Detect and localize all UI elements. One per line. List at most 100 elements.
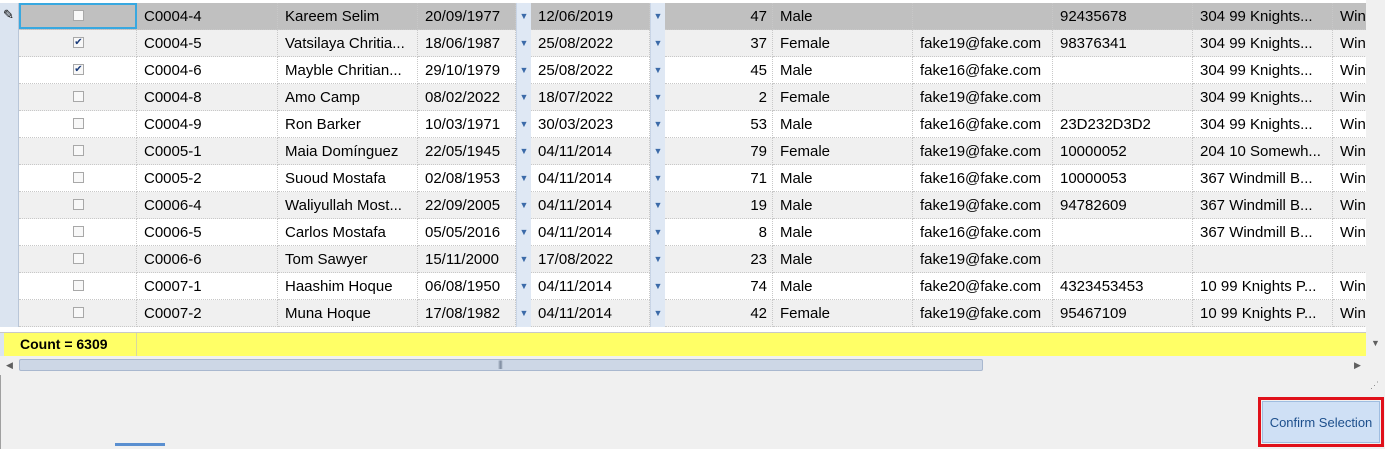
- cell-address[interactable]: 10 99 Knights P...: [1193, 300, 1333, 327]
- cell-gender[interactable]: Female: [773, 138, 913, 165]
- chevron-down-icon[interactable]: ▼: [516, 273, 531, 300]
- chevron-down-icon[interactable]: ▼: [516, 138, 531, 165]
- checkbox-unchecked[interactable]: [73, 307, 84, 318]
- cell-phone[interactable]: 94782609: [1053, 192, 1193, 219]
- cell-date-of-birth[interactable]: 18/06/1987: [418, 30, 516, 57]
- cell-registration-date[interactable]: 18/07/2022: [531, 84, 650, 111]
- chevron-down-icon[interactable]: ▼: [650, 111, 665, 138]
- cell-registration-date[interactable]: 04/11/2014: [531, 273, 650, 300]
- cell-name[interactable]: Mayble Chritian...: [278, 57, 418, 84]
- cell-select[interactable]: ✔: [19, 57, 137, 84]
- checkbox-unchecked[interactable]: [73, 10, 84, 21]
- cell-address[interactable]: 304 99 Knights...: [1193, 84, 1333, 111]
- cell-registration-date[interactable]: 30/03/2023: [531, 111, 650, 138]
- cell-age[interactable]: 71: [665, 165, 773, 192]
- cell-age[interactable]: 79: [665, 138, 773, 165]
- row-indicator[interactable]: [0, 192, 19, 219]
- chevron-down-icon[interactable]: ▼: [516, 246, 531, 273]
- cell-name[interactable]: Kareem Selim: [278, 3, 418, 30]
- horizontal-scrollbar[interactable]: ◀ ||| ▶: [0, 356, 1366, 375]
- cell-date-of-birth[interactable]: 22/05/1945: [418, 138, 516, 165]
- cell-phone[interactable]: [1053, 84, 1193, 111]
- row-indicator[interactable]: [0, 300, 19, 327]
- customer-grid[interactable]: ✎ C0004-4 Kareem Selim 20/09/1977 ▼ 12/06/201…: [0, 0, 1385, 356]
- cell-phone[interactable]: 92435678: [1053, 3, 1193, 30]
- cell-phone[interactable]: 95467109: [1053, 300, 1193, 327]
- table-row[interactable]: ✎ C0004-4 Kareem Selim 20/09/1977 ▼ 12/06/201…: [0, 3, 1385, 30]
- cell-gender[interactable]: Male: [773, 57, 913, 84]
- checkbox-unchecked[interactable]: [73, 91, 84, 102]
- cell-email[interactable]: fake19@fake.com: [913, 192, 1053, 219]
- checkbox-checked[interactable]: ✔: [73, 37, 84, 48]
- cell-name[interactable]: Maia Domínguez: [278, 138, 418, 165]
- table-row[interactable]: C0007-1 Haashim Hoque 06/08/1950 ▼ 04/11/201…: [0, 273, 1385, 300]
- cell-age[interactable]: 47: [665, 3, 773, 30]
- cell-gender[interactable]: Male: [773, 219, 913, 246]
- cell-code[interactable]: C0004-9: [137, 111, 278, 138]
- chevron-down-icon[interactable]: ▼: [516, 192, 531, 219]
- table-row[interactable]: C0006-6 Tom Sawyer 15/11/2000 ▼ 17/08/2022 ▼ 2…: [0, 246, 1385, 273]
- checkbox-unchecked[interactable]: [73, 118, 84, 129]
- cell-email[interactable]: fake19@fake.com: [913, 30, 1053, 57]
- cell-age[interactable]: 2: [665, 84, 773, 111]
- cell-address[interactable]: 367 Windmill B...: [1193, 192, 1333, 219]
- cell-phone[interactable]: [1053, 57, 1193, 84]
- chevron-down-icon[interactable]: ▼: [516, 57, 531, 84]
- cell-code[interactable]: C0006-6: [137, 246, 278, 273]
- checkbox-unchecked[interactable]: [73, 253, 84, 264]
- cell-registration-date[interactable]: 25/08/2022: [531, 57, 650, 84]
- cell-address[interactable]: 204 10 Somewh...: [1193, 138, 1333, 165]
- vertical-scrollbar[interactable]: ▼: [1366, 0, 1385, 356]
- chevron-down-icon[interactable]: ▼: [516, 300, 531, 327]
- row-indicator[interactable]: [0, 219, 19, 246]
- cell-code[interactable]: C0005-2: [137, 165, 278, 192]
- row-indicator[interactable]: [0, 246, 19, 273]
- cell-age[interactable]: 23: [665, 246, 773, 273]
- cell-code[interactable]: C0007-2: [137, 300, 278, 327]
- table-row[interactable]: C0005-2 Suoud Mostafa 02/08/1953 ▼ 04/11/201…: [0, 165, 1385, 192]
- cell-date-of-birth[interactable]: 15/11/2000: [418, 246, 516, 273]
- horizontal-scroll-thumb[interactable]: |||: [19, 359, 983, 371]
- arrow-left-icon[interactable]: ◀: [6, 360, 13, 371]
- chevron-down-icon[interactable]: ▼: [516, 219, 531, 246]
- checkbox-checked[interactable]: ✔: [73, 64, 84, 75]
- cell-name[interactable]: Haashim Hoque: [278, 273, 418, 300]
- cell-phone[interactable]: 98376341: [1053, 30, 1193, 57]
- cell-gender[interactable]: Male: [773, 273, 913, 300]
- cell-registration-date[interactable]: 04/11/2014: [531, 219, 650, 246]
- cell-address[interactable]: 10 99 Knights P...: [1193, 273, 1333, 300]
- cell-age[interactable]: 37: [665, 30, 773, 57]
- table-row[interactable]: C0006-5 Carlos Mostafa 05/05/2016 ▼ 04/11/20…: [0, 219, 1385, 246]
- chevron-down-icon[interactable]: ▼: [516, 111, 531, 138]
- cell-name[interactable]: Waliyullah Most...: [278, 192, 418, 219]
- cell-email[interactable]: fake16@fake.com: [913, 219, 1053, 246]
- cell-address[interactable]: 304 99 Knights...: [1193, 3, 1333, 30]
- cell-registration-date[interactable]: 25/08/2022: [531, 30, 650, 57]
- cell-date-of-birth[interactable]: 10/03/1971: [418, 111, 516, 138]
- cell-phone[interactable]: [1053, 219, 1193, 246]
- table-row[interactable]: ✔ C0004-6 Mayble Chritian... 29/10/1979 ▼ 25/…: [0, 57, 1385, 84]
- cell-email[interactable]: fake19@fake.com: [913, 138, 1053, 165]
- cell-registration-date[interactable]: 17/08/2022: [531, 246, 650, 273]
- resize-grip-icon[interactable]: ⋰: [1370, 380, 1379, 391]
- cell-code[interactable]: C0004-5: [137, 30, 278, 57]
- cell-email[interactable]: fake20@fake.com: [913, 273, 1053, 300]
- cell-name[interactable]: Amo Camp: [278, 84, 418, 111]
- cell-select[interactable]: [19, 219, 137, 246]
- checkbox-unchecked[interactable]: [73, 145, 84, 156]
- cell-date-of-birth[interactable]: 08/02/2022: [418, 84, 516, 111]
- table-row[interactable]: ✔ C0004-5 Vatsilaya Chritia... 18/06/1987 ▼ 2…: [0, 30, 1385, 57]
- chevron-down-icon[interactable]: ▼: [650, 57, 665, 84]
- cell-select[interactable]: [19, 84, 137, 111]
- cell-code[interactable]: C0004-4: [137, 3, 278, 30]
- cell-code[interactable]: C0006-5: [137, 219, 278, 246]
- cell-gender[interactable]: Male: [773, 246, 913, 273]
- checkbox-unchecked[interactable]: [73, 280, 84, 291]
- cell-email[interactable]: fake19@fake.com: [913, 300, 1053, 327]
- cell-gender[interactable]: Male: [773, 3, 913, 30]
- cell-address[interactable]: 304 99 Knights...: [1193, 30, 1333, 57]
- chevron-down-icon[interactable]: ▼: [516, 165, 531, 192]
- cell-phone[interactable]: 23D232D3D2: [1053, 111, 1193, 138]
- row-indicator[interactable]: [0, 30, 19, 57]
- cell-address[interactable]: 304 99 Knights...: [1193, 57, 1333, 84]
